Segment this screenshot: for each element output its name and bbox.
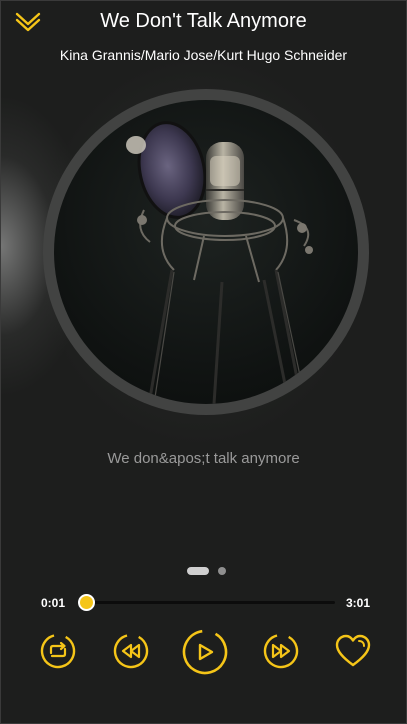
chevron-down-icon — [15, 12, 41, 32]
page-dot[interactable] — [218, 567, 226, 575]
playback-controls — [1, 629, 406, 675]
play-icon — [182, 629, 228, 675]
repeat-button[interactable] — [40, 633, 76, 669]
artist-names: Kina Grannis/Mario Jose/Kurt Hugo Schnei… — [59, 47, 348, 63]
music-player: We Don't Talk Anymore Kina Grannis/Mario… — [0, 0, 407, 724]
favorite-button[interactable] — [334, 633, 372, 669]
total-time: 3:01 — [345, 596, 370, 610]
previous-button[interactable] — [113, 633, 149, 669]
collapse-button[interactable] — [14, 11, 42, 33]
current-time: 0:01 — [41, 596, 66, 610]
repeat-icon — [40, 633, 76, 669]
album-cover — [54, 100, 358, 404]
play-button[interactable] — [182, 629, 228, 675]
heart-icon — [335, 634, 371, 667]
progress-track[interactable] — [78, 594, 335, 611]
album-disc — [43, 89, 369, 415]
page-indicator[interactable] — [187, 567, 226, 575]
page-dot-active[interactable] — [187, 567, 209, 575]
current-lyric-line: We don&apos;t talk anymore — [107, 450, 300, 467]
progress-knob[interactable] — [78, 594, 95, 611]
next-button[interactable] — [263, 633, 299, 669]
microphone-artwork — [126, 121, 313, 404]
fast-forward-icon — [263, 633, 299, 669]
rewind-icon — [113, 633, 149, 669]
song-title: We Don't Talk Anymore — [100, 10, 307, 32]
